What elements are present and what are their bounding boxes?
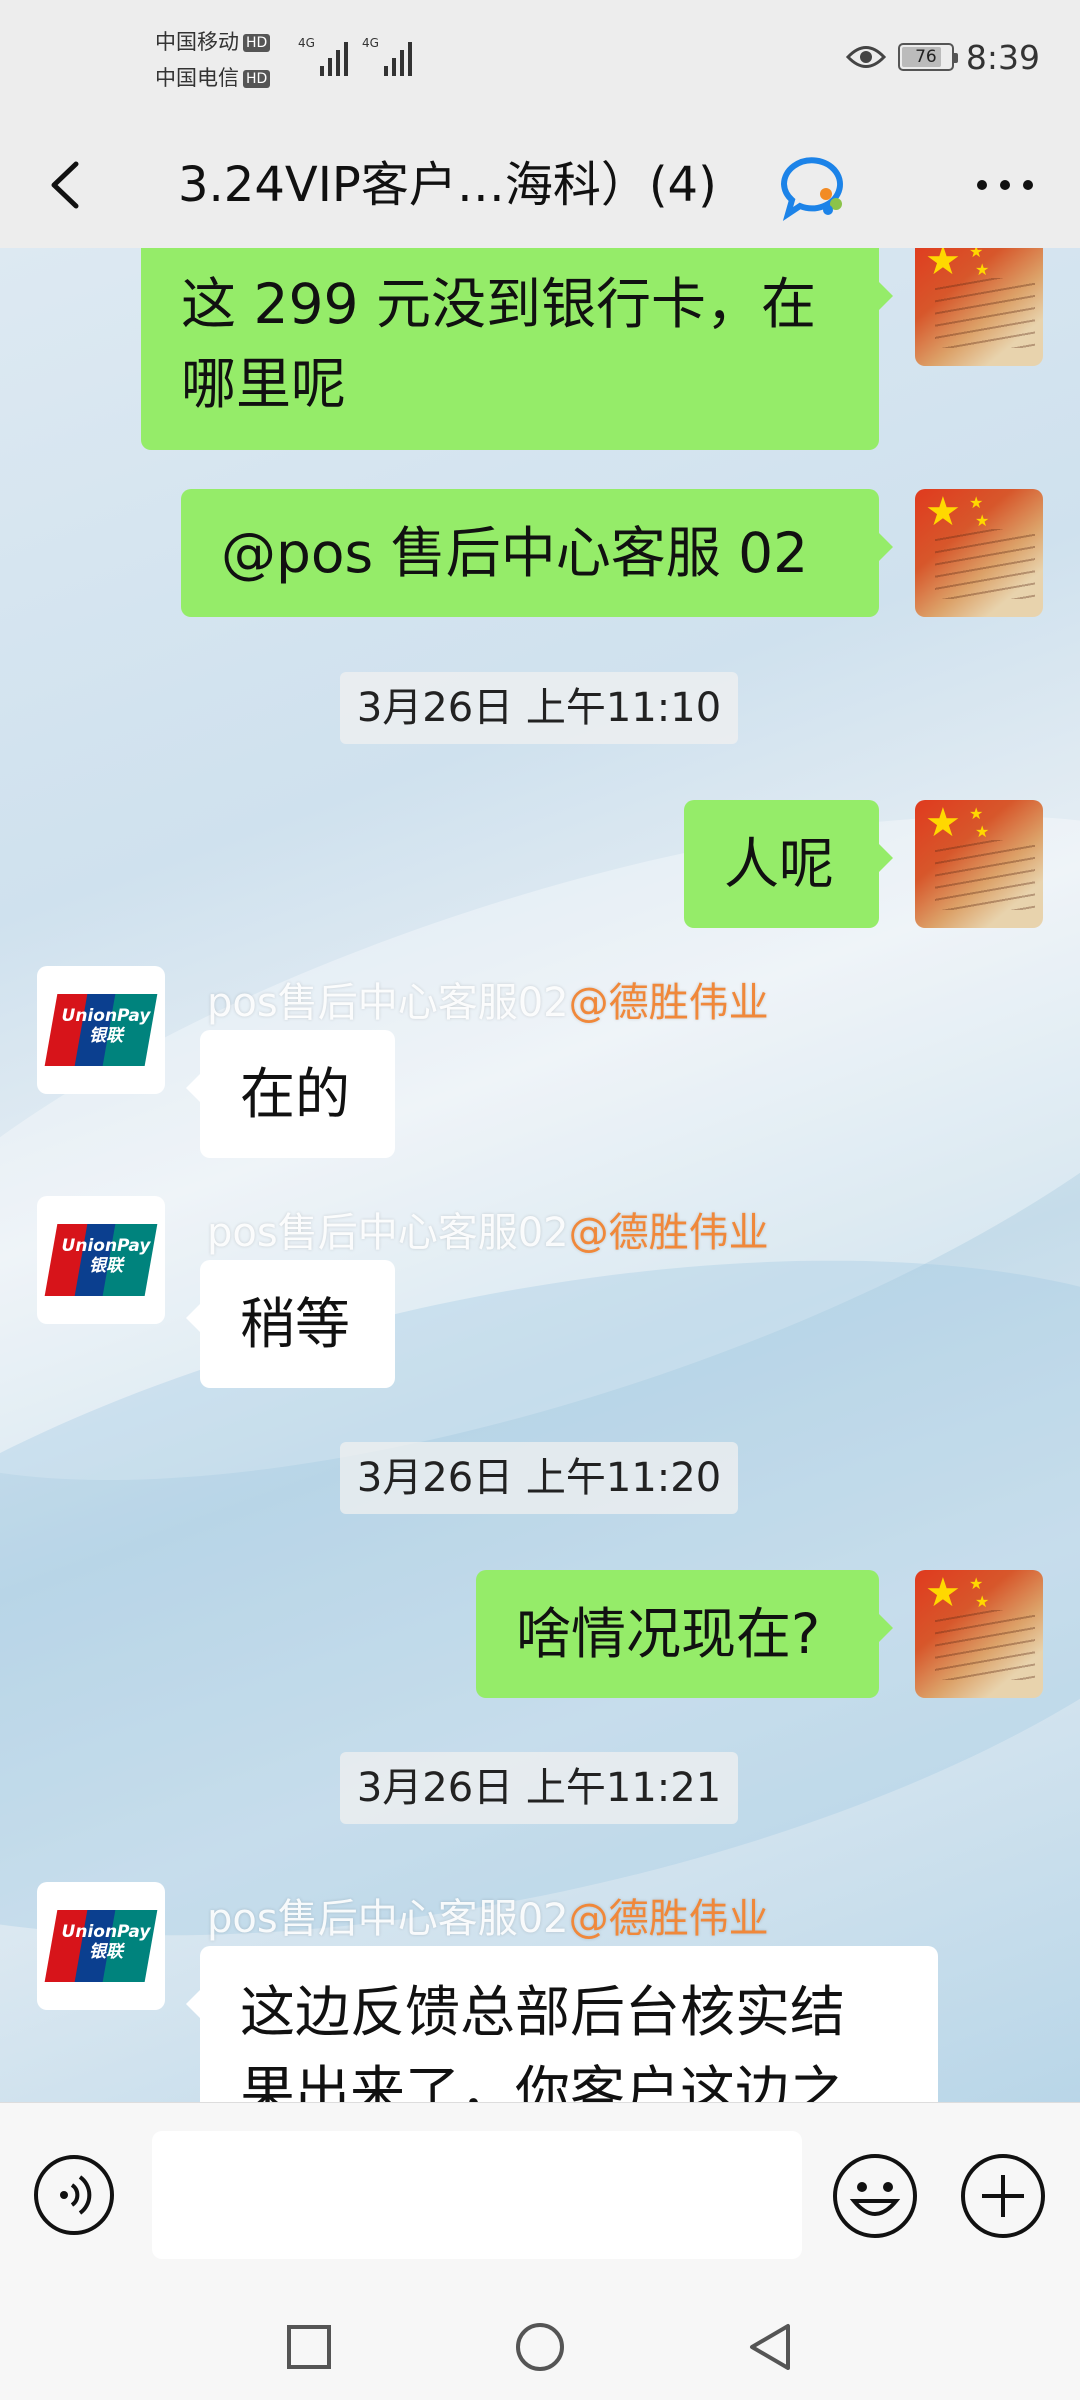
carrier-1-label: 中国移动 (155, 30, 239, 54)
hd-badge-1: HD (243, 34, 271, 52)
unionpay-logo-cn: 银联 (89, 1026, 123, 1046)
chat-area[interactable]: 这 299 元没到银行卡，在 哪里呢 ★ ★ ★ @pos 售后中心客服 02 … (0, 248, 1080, 2102)
message-bubble-outgoing[interactable]: 啥情况现在? (476, 1570, 893, 1698)
message-bubble-incoming[interactable]: 在的 (186, 1030, 395, 1158)
battery-level: 76 (915, 47, 937, 67)
message-text-line: 哪里呢 (181, 352, 347, 416)
back-arrow-icon[interactable] (38, 150, 98, 220)
network-type-1: 4G (298, 36, 315, 50)
sender-name: pos售后中心客服02@德胜伟业 (207, 970, 769, 1028)
hd-badge-2: HD (243, 70, 271, 88)
unionpay-logo-text: UnionPay (61, 1006, 151, 1026)
unionpay-logo-text: UnionPay (61, 1922, 151, 1942)
signal-icon-2: 4G (362, 36, 418, 76)
my-avatar[interactable]: ★ ★ ★ (915, 248, 1043, 366)
carrier-2: 中国电信 HD (155, 62, 271, 92)
unionpay-logo-cn: 银联 (89, 1942, 123, 1962)
sender-name-text: pos售后中心客服02 (207, 980, 569, 1026)
carrier-1: 中国移动 HD (155, 26, 271, 56)
message-input[interactable] (152, 2131, 802, 2259)
sender-name-text: pos售后中心客服02 (207, 1210, 569, 1256)
my-avatar[interactable]: ★ ★ ★ (915, 489, 1043, 617)
message-bubble-outgoing[interactable]: 这 299 元没到银行卡，在 哪里呢 (141, 248, 893, 450)
home-icon[interactable] (505, 2312, 575, 2382)
chat-title: 3.24VIP客户…海科）(4) (178, 157, 717, 213)
message-bubble-outgoing[interactable]: 人呢 (684, 800, 893, 928)
timestamp: 3月26日 上午11:20 (340, 1442, 738, 1514)
sender-tag: @德胜伟业 (568, 1896, 769, 1942)
message-text: 稍等 (240, 1292, 351, 1356)
status-right: 76 8:39 (845, 36, 1040, 78)
input-bar (0, 2102, 1080, 2291)
message-text-line: 这边反馈总部后台核实结 (240, 1980, 846, 2044)
message-bubble-incoming[interactable]: 这边反馈总部后台核实结 果出来了，你客户这边之 (186, 1946, 938, 2102)
status-time: 8:39 (965, 37, 1040, 77)
message-text-line: 这 299 元没到银行卡，在 (181, 272, 816, 336)
title-bar: 3.24VIP客户…海科）(4) (0, 122, 1080, 248)
battery-icon: 76 (897, 43, 958, 71)
sender-name: pos售后中心客服02@德胜伟业 (207, 1886, 769, 1944)
carrier-2-label: 中国电信 (155, 66, 239, 90)
back-nav-icon[interactable] (736, 2312, 806, 2382)
unionpay-avatar[interactable]: UnionPay 银联 (37, 1196, 165, 1324)
message-text: 在的 (240, 1062, 351, 1126)
sender-tag: @德胜伟业 (568, 980, 769, 1026)
message-bubble-incoming[interactable]: 稍等 (186, 1260, 395, 1388)
message-text: @pos 售后中心客服 02 (221, 521, 809, 585)
system-nav-bar (0, 2290, 1080, 2400)
message-bubble-outgoing[interactable]: @pos 售后中心客服 02 (181, 489, 893, 617)
voice-input-icon[interactable] (32, 2153, 116, 2237)
network-type-2: 4G (362, 36, 379, 50)
timestamp: 3月26日 上午11:10 (340, 672, 738, 744)
message-text: 啥情况现在? (516, 1602, 821, 1666)
unionpay-logo-cn: 银联 (89, 1256, 123, 1276)
message-text-line: 果出来了，你客户这边之 (240, 2060, 846, 2102)
my-avatar[interactable]: ★ ★ ★ (915, 1570, 1043, 1698)
emoji-icon[interactable] (830, 2151, 920, 2241)
status-bar: 中国移动 HD 中国电信 HD 4G 4G 76 8:39 (0, 0, 1080, 122)
sender-name: pos售后中心客服02@德胜伟业 (207, 1200, 769, 1258)
timestamp: 3月26日 上午11:21 (340, 1752, 738, 1824)
unionpay-avatar[interactable]: UnionPay 银联 (37, 1882, 165, 2010)
my-avatar[interactable]: ★ ★ ★ (915, 800, 1043, 928)
recent-apps-icon[interactable] (274, 2312, 344, 2382)
group-chat-icon (780, 157, 843, 222)
sender-name-text: pos售后中心客服02 (207, 1896, 569, 1942)
signal-icon-1: 4G (298, 36, 354, 76)
message-text: 人呢 (724, 832, 835, 896)
sender-tag: @德胜伟业 (568, 1210, 769, 1256)
more-options-icon[interactable] (970, 150, 1040, 220)
eye-icon (845, 46, 886, 68)
unionpay-logo-text: UnionPay (61, 1236, 151, 1256)
plus-icon[interactable] (958, 2151, 1048, 2241)
unionpay-avatar[interactable]: UnionPay 银联 (37, 966, 165, 1094)
